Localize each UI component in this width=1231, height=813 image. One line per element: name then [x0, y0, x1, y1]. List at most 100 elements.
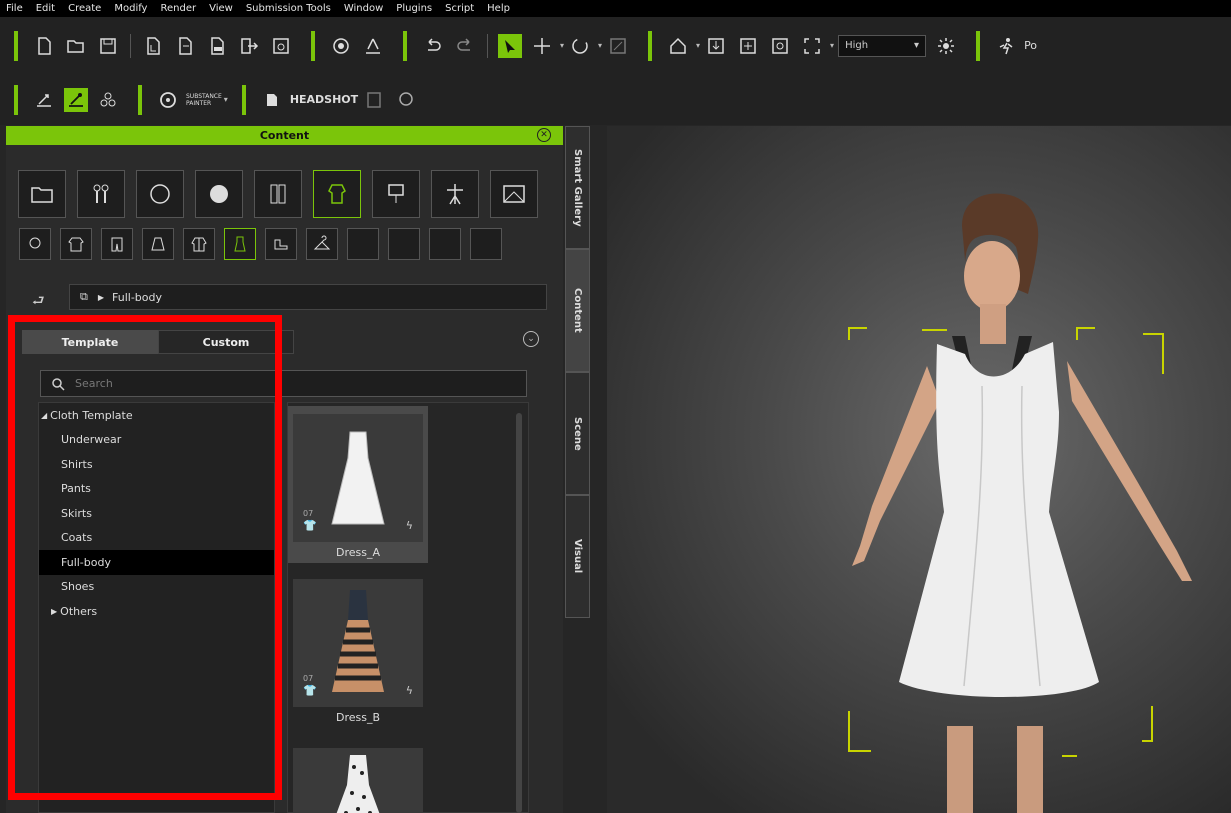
close-icon[interactable]: ✕	[537, 128, 551, 142]
toolbar-grip	[403, 30, 407, 61]
rotate-tool-button[interactable]	[568, 34, 592, 58]
content-item-dress-a[interactable]: 07 👕 ϟ Dress_A	[288, 406, 428, 563]
subcategory-coat[interactable]	[183, 228, 215, 260]
subcategory-pants[interactable]	[101, 228, 133, 260]
menu-submission-tools[interactable]: Submission Tools	[246, 3, 331, 14]
home-view-button[interactable]	[666, 34, 690, 58]
morph-button[interactable]	[96, 88, 120, 112]
category-cloth[interactable]	[313, 170, 361, 218]
new-file-icon	[38, 36, 51, 55]
subcategory-full-body[interactable]	[224, 228, 256, 260]
annotation-highlight-box	[8, 315, 282, 800]
collapse-icon[interactable]: ⌄	[523, 331, 539, 347]
category-skin[interactable]	[195, 170, 243, 218]
scan-button[interactable]	[362, 88, 386, 112]
camera-button[interactable]	[329, 34, 353, 58]
import-button[interactable]	[141, 34, 165, 58]
character-button[interactable]	[394, 88, 418, 112]
scale-tool-button[interactable]	[606, 34, 630, 58]
vertical-scrollbar[interactable]	[516, 413, 522, 813]
export-file-button[interactable]	[173, 34, 197, 58]
subcategory-empty-slot	[388, 228, 420, 260]
render-button[interactable]	[269, 34, 293, 58]
chevron-down-icon[interactable]: ▾	[560, 41, 564, 50]
subcategory-shirt[interactable]	[60, 228, 92, 260]
menu-file[interactable]: File	[6, 3, 23, 14]
new-file-button[interactable]	[32, 34, 56, 58]
undo-button[interactable]	[421, 34, 445, 58]
edit-mesh-button[interactable]	[32, 88, 56, 112]
menu-script[interactable]: Script	[445, 3, 474, 14]
tab-content[interactable]: Content	[565, 249, 590, 372]
side-tab-label: Visual	[572, 539, 583, 574]
morph-icon	[100, 92, 116, 106]
cloth-edit-button[interactable]	[64, 87, 88, 112]
subcategory-shoes[interactable]	[265, 228, 297, 260]
subcategory-hair[interactable]	[19, 228, 51, 260]
redo-button[interactable]	[453, 34, 477, 58]
back-arrow-icon[interactable]: ⮐	[32, 290, 45, 314]
category-head[interactable]	[136, 170, 184, 218]
category-folder[interactable]	[18, 170, 66, 218]
category-motion[interactable]	[431, 170, 479, 218]
fit-view-icon	[740, 37, 756, 54]
drop-to-floor-button[interactable]	[704, 34, 728, 58]
accessory-icon	[388, 184, 404, 203]
toolbar-grip	[311, 30, 315, 61]
category-morph[interactable]	[254, 170, 302, 218]
undo-icon	[428, 37, 441, 51]
move-icon	[534, 37, 550, 54]
chevron-down-icon[interactable]: ▾	[224, 95, 228, 104]
breadcrumb-current[interactable]: Full-body	[112, 291, 162, 304]
export-button[interactable]	[237, 34, 261, 58]
save-button[interactable]	[96, 34, 120, 58]
toolbar-separator	[130, 33, 131, 58]
chevron-down-icon[interactable]: ▾	[696, 41, 700, 50]
subcategory-empty-slot	[470, 228, 502, 260]
subcategory-skirt[interactable]	[142, 228, 174, 260]
breadcrumb-separator-icon: ▶	[97, 292, 105, 302]
lighting-button[interactable]	[934, 34, 958, 58]
menu-edit[interactable]: Edit	[36, 3, 55, 14]
subcategory-others[interactable]	[306, 228, 338, 260]
dress-b-thumbnail: 07 👕 ϟ	[293, 579, 423, 707]
menu-modify[interactable]: Modify	[114, 3, 147, 14]
select-tool-button[interactable]	[498, 33, 522, 58]
tab-scene[interactable]: Scene	[565, 372, 590, 495]
tab-smart-gallery[interactable]: Smart Gallery	[565, 126, 590, 249]
scan-icon	[367, 91, 381, 108]
menu-view[interactable]: View	[209, 3, 233, 14]
usd-export-button[interactable]	[205, 34, 229, 58]
3d-viewport[interactable]	[607, 126, 1231, 813]
sun-icon	[938, 37, 955, 54]
menu-help[interactable]: Help	[487, 3, 510, 14]
menu-window[interactable]: Window	[344, 3, 383, 14]
side-tab-bar: Smart Gallery Content Scene Visual	[565, 126, 590, 626]
content-item-dress-c[interactable]	[288, 748, 428, 813]
open-folder-button[interactable]	[64, 34, 88, 58]
menu-plugins[interactable]: Plugins	[396, 3, 432, 14]
content-item-dress-b[interactable]: 07 👕 ϟ Dress_B	[288, 579, 428, 724]
tab-visual[interactable]: Visual	[565, 495, 590, 618]
fit-view-button[interactable]	[736, 34, 760, 58]
shirt-icon: 👕	[303, 519, 317, 532]
chevron-down-icon[interactable]: ▾	[598, 41, 602, 50]
quality-select[interactable]: High ▾	[838, 34, 927, 57]
category-accessory[interactable]	[372, 170, 420, 218]
headshot-button[interactable]	[260, 88, 284, 112]
menu-create[interactable]: Create	[68, 3, 101, 14]
snapshot-button[interactable]	[768, 34, 792, 58]
pose-tool-button[interactable]	[361, 34, 385, 58]
substance-painter-button[interactable]	[156, 88, 180, 112]
move-tool-button[interactable]	[530, 34, 554, 58]
snapshot-icon	[772, 37, 788, 54]
chevron-down-icon[interactable]: ▾	[830, 41, 834, 50]
skirt-icon	[151, 237, 165, 251]
pose-button[interactable]	[994, 34, 1018, 58]
frame-selected-button[interactable]	[800, 34, 824, 58]
category-stage[interactable]	[490, 170, 538, 218]
dress-a-thumbnail: 07 👕 ϟ	[293, 414, 423, 542]
category-character[interactable]	[77, 170, 125, 218]
menu-render[interactable]: Render	[160, 3, 196, 14]
quality-select-value: High	[845, 40, 869, 51]
